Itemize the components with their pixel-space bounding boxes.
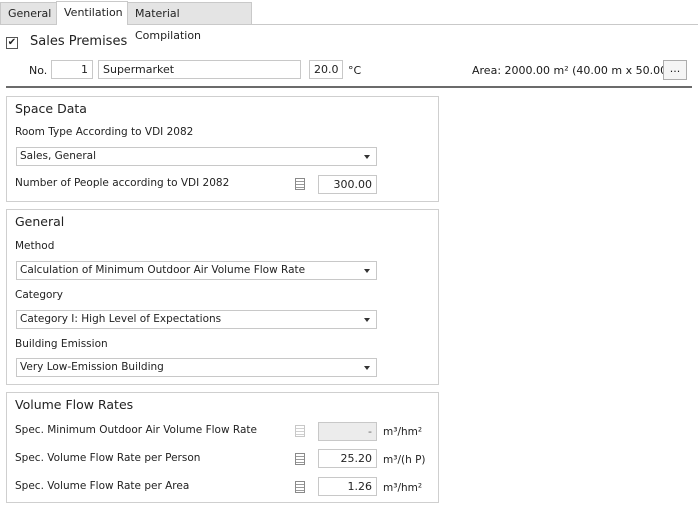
tab-general[interactable]: General (0, 2, 57, 24)
room-type-select[interactable]: Sales, General (16, 147, 377, 166)
method-select[interactable]: Calculation of Minimum Outdoor Air Volum… (16, 261, 377, 280)
per-person-label: Spec. Volume Flow Rate per Person (15, 452, 201, 464)
space-data-title: Space Data (15, 101, 87, 116)
min-outdoor-air-label: Spec. Minimum Outdoor Air Volume Flow Ra… (15, 424, 257, 436)
per-area-label: Spec. Volume Flow Rate per Area (15, 480, 190, 492)
tab-label: Material Compilation (135, 7, 202, 42)
chevron-down-icon (364, 155, 370, 159)
category-select[interactable]: Category I: High Level of Expectations (16, 310, 377, 329)
tab-label: Ventilation (64, 6, 123, 19)
calculator-icon[interactable] (295, 481, 305, 493)
room-name-input[interactable]: Supermarket (98, 60, 301, 79)
temperature-unit: °C (348, 64, 362, 77)
category-value: Category I: High Level of Expectations (20, 313, 222, 325)
calculator-icon[interactable] (295, 453, 305, 465)
chevron-down-icon (364, 269, 370, 273)
people-label: Number of People according to VDI 2082 (15, 177, 230, 189)
room-type-value: Sales, General (20, 150, 97, 162)
tab-bar: General Ventilation Material Compilation (0, 0, 698, 42)
space-data-panel: Space Data Room Type According to VDI 20… (6, 96, 439, 202)
area-readout: Area: 2000.00 m² (40.00 m x 50.00 m) (472, 64, 686, 77)
building-emission-select[interactable]: Very Low-Emission Building (16, 358, 377, 377)
per-person-unit: m³/(h P) (383, 454, 426, 466)
no-label: No. (29, 64, 48, 77)
header-separator (6, 86, 692, 88)
method-value: Calculation of Minimum Outdoor Air Volum… (20, 264, 306, 276)
per-person-input[interactable]: 25.20 (318, 449, 377, 468)
tab-ventilation[interactable]: Ventilation (56, 1, 128, 25)
volume-flow-panel: Volume Flow Rates Spec. Minimum Outdoor … (6, 392, 439, 503)
method-label: Method (15, 240, 55, 252)
check-mark-icon: ✔ (7, 37, 17, 48)
sales-premises-checkbox[interactable]: ✔ (6, 37, 18, 49)
general-title: General (15, 214, 65, 229)
room-type-label: Room Type According to VDI 2082 (15, 126, 194, 138)
building-emission-value: Very Low-Emission Building (20, 361, 164, 373)
building-emission-label: Building Emission (15, 338, 108, 350)
chevron-down-icon (364, 318, 370, 322)
room-title: Sales Premises (30, 34, 128, 49)
min-outdoor-air-unit: m³/hm² (383, 426, 423, 438)
per-area-input[interactable]: 1.26 (318, 477, 377, 496)
per-area-unit: m³/hm² (383, 482, 423, 494)
tab-label: General (8, 7, 52, 20)
calculator-icon (295, 425, 305, 437)
tab-material-compilation[interactable]: Material Compilation (127, 2, 252, 42)
calculator-icon[interactable] (295, 178, 305, 190)
room-number-input[interactable]: 1 (51, 60, 93, 79)
min-outdoor-air-input: - (318, 422, 377, 441)
temperature-input[interactable]: 20.0 (309, 60, 343, 79)
category-label: Category (15, 289, 63, 301)
chevron-down-icon (364, 366, 370, 370)
people-input[interactable]: 300.00 (318, 175, 377, 194)
general-panel: General Method Calculation of Minimum Ou… (6, 209, 439, 385)
volume-flow-title: Volume Flow Rates (15, 397, 134, 412)
area-details-button[interactable]: ... (663, 60, 687, 80)
